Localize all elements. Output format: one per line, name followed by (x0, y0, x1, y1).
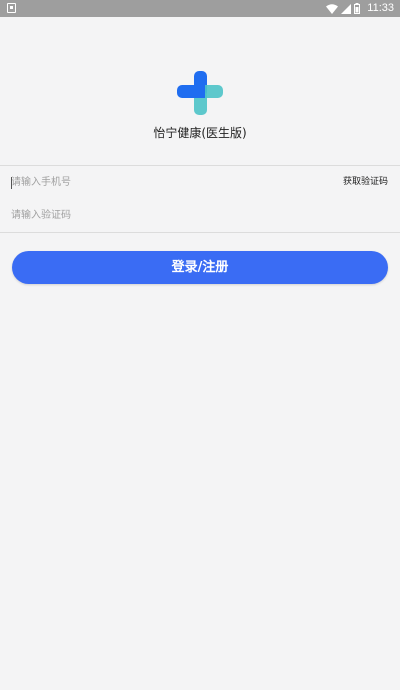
notification-icon (7, 3, 16, 13)
battery-icon (354, 3, 361, 14)
app-name: 怡宁健康(医生版) (153, 126, 247, 140)
status-icons: 11:33 (326, 0, 394, 17)
text-cursor (11, 177, 12, 189)
get-code-button[interactable]: 获取验证码 (343, 166, 388, 199)
login-register-button[interactable]: 登录/注册 (12, 251, 388, 284)
code-input-row (0, 199, 400, 233)
status-time: 11:33 (367, 2, 394, 14)
verification-code-input[interactable] (11, 199, 311, 232)
medical-cross-logo (177, 71, 223, 115)
status-bar: 11:33 (0, 0, 400, 17)
signal-icon (341, 3, 352, 14)
phone-input[interactable] (11, 166, 311, 199)
phone-input-row: 获取验证码 (0, 165, 400, 200)
wifi-icon (326, 3, 339, 14)
